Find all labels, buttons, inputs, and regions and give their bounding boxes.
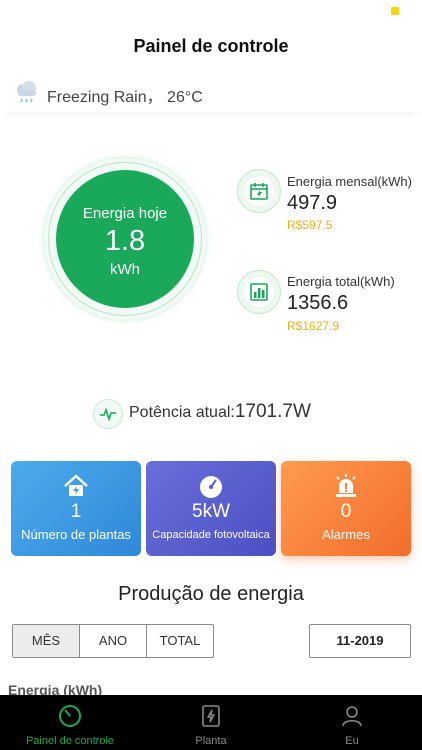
tabbar-item-plant[interactable]: Planta [141, 695, 281, 750]
total-money: R$1627.9 [287, 319, 340, 333]
gauge-center: Energia hoje 1.8 kWh [56, 170, 194, 308]
tab-month[interactable]: MÊS [13, 625, 80, 657]
user-icon [342, 706, 362, 727]
plant-icon [202, 705, 220, 727]
capacity-label: Capacidade fotovoltaica [152, 529, 270, 541]
tab-total[interactable]: TOTAL [147, 625, 213, 657]
capacity-value: 5kW [192, 501, 230, 522]
alarm-icon [336, 474, 356, 497]
gauge-dot [113, 300, 116, 303]
alarms-label: Alarmes [322, 527, 370, 542]
tabbar-item-me[interactable]: Eu [282, 695, 422, 750]
production-title: Produção de energia [118, 583, 304, 605]
today-energy-unit: kWh [110, 261, 140, 278]
total-energy-value: 1356.6 [287, 292, 349, 314]
total-energy-icon [237, 270, 281, 314]
alarms-card[interactable]: 0 Alarmes [281, 461, 411, 556]
monthly-energy-label: Energia mensal(kWh) [287, 174, 412, 189]
home-icon [64, 474, 88, 496]
power-label: Potência atual: [129, 404, 235, 421]
today-energy-gauge[interactable]: Energia hoje 1.8 kWh [44, 158, 206, 320]
tabbar-label-me: Eu [345, 735, 359, 747]
total-energy-label: Energia total(kWh) [287, 274, 395, 289]
period-segmented-control: MÊS ANO TOTAL [12, 624, 214, 658]
tabbar-item-dashboard[interactable]: Painel de controle [0, 695, 140, 750]
alarms-count: 0 [340, 501, 352, 522]
status-indicator [391, 7, 399, 15]
monthly-money: R$597.5 [287, 218, 333, 232]
monthly-energy-icon [237, 169, 281, 213]
tab-year[interactable]: ANO [80, 625, 147, 657]
power-value: 1701.7W [234, 401, 311, 422]
plants-count: 1 [70, 501, 82, 522]
date-picker-button[interactable]: 11-2019 [309, 624, 411, 658]
capacity-card[interactable]: 5kW Capacidade fotovoltaica [146, 461, 276, 556]
bottom-tab-bar: Painel de controle Planta Eu [0, 695, 422, 750]
weather-bar: Freezing Rain， 26°C [0, 78, 422, 112]
tabbar-label-dashboard: Painel de controle [25, 735, 115, 747]
weather-text: Freezing Rain， 26°C [47, 89, 203, 106]
power-icon [93, 399, 123, 429]
tabbar-label-plant: Planta [195, 735, 227, 747]
monthly-energy-value: 497.9 [287, 192, 338, 214]
dashboard-icon [59, 705, 81, 727]
plants-label: Número de plantas [21, 527, 131, 542]
gauge-icon [200, 476, 222, 498]
today-energy-label: Energia hoje [82, 205, 168, 222]
today-energy-value: 1.8 [104, 225, 146, 257]
sleet-cloud-icon [17, 81, 36, 103]
page-title: Painel de controle [133, 36, 289, 56]
plants-card[interactable]: 1 Número de plantas [11, 461, 141, 556]
